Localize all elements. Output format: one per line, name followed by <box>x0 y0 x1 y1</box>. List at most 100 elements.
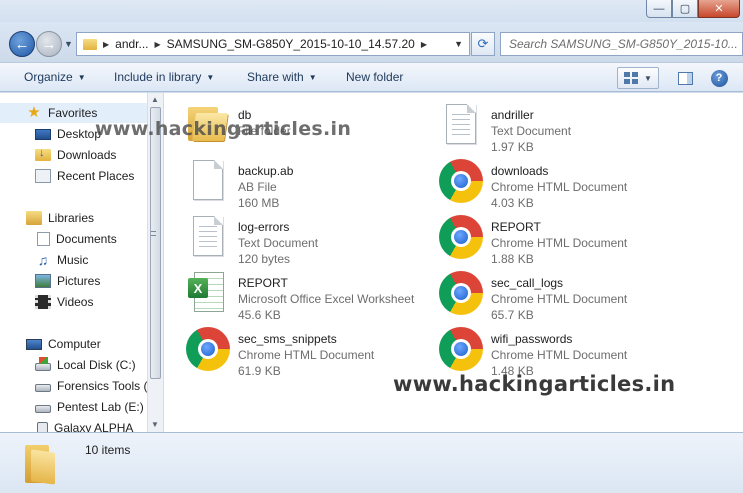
recent-pages-dropdown[interactable]: ▼ <box>64 39 73 49</box>
include-in-library-menu[interactable]: Include in library ▼ <box>114 70 214 84</box>
computer-icon <box>26 338 42 350</box>
sidebar-item-desktop[interactable]: Desktop <box>0 124 101 144</box>
scrollbar-thumb[interactable] <box>150 107 161 379</box>
sidebar-item-documents[interactable]: Documents <box>0 229 117 249</box>
documents-icon <box>37 232 50 246</box>
breadcrumb-chevron-icon[interactable]: ▶ <box>155 40 161 49</box>
title-bar: — ▢ ✕ <box>0 0 743 22</box>
chevron-down-icon[interactable]: ▼ <box>644 74 652 83</box>
sidebar-item-label: Music <box>57 253 89 267</box>
file-name: sec_call_logs <box>491 276 564 290</box>
file-name: log-errors <box>238 220 290 234</box>
sidebar-item-videos[interactable]: Videos <box>0 292 93 312</box>
back-arrow-icon: ← <box>14 35 30 53</box>
address-dropdown-icon[interactable]: ▼ <box>454 39 463 49</box>
file-size: 45.6 KB <box>238 308 281 322</box>
forward-arrow-icon: → <box>41 35 57 53</box>
file-name: downloads <box>491 164 549 178</box>
help-button[interactable]: ? <box>710 67 728 89</box>
recent-places-icon <box>35 169 51 183</box>
file-type: Chrome HTML Document <box>491 180 628 194</box>
file-name: andriller <box>491 108 534 122</box>
file-item-backup-ab[interactable]: backup.ab AB File 160 MB <box>184 157 434 210</box>
navigation-bar: ← → ▼ ▶ andr... ▶ SAMSUNG_SM-G850Y_2015-… <box>0 22 743 62</box>
sidebar-item-label: Downloads <box>57 148 117 162</box>
watermark-text: www.hackingarticles.in <box>95 118 352 140</box>
file-item-andriller[interactable]: andriller Text Document 1.97 KB <box>437 101 687 154</box>
file-size: 61.9 KB <box>238 364 281 378</box>
file-type: Chrome HTML Document <box>238 348 375 362</box>
drive-icon <box>35 383 51 392</box>
chrome-icon <box>437 213 485 261</box>
sidebar-item-label: Documents <box>56 232 117 246</box>
breadcrumb-item[interactable]: andr... <box>115 37 148 51</box>
sidebar-item-label: Pictures <box>57 274 101 288</box>
file-item-sec-sms-snippets[interactable]: sec_sms_snippets Chrome HTML Document 61… <box>184 325 434 378</box>
downloads-folder-icon <box>35 147 51 161</box>
item-count: 10 items <box>85 443 131 457</box>
share-with-menu[interactable]: Share with ▼ <box>247 70 317 84</box>
sidebar-item-pictures[interactable]: Pictures <box>0 271 100 291</box>
refresh-button[interactable]: ⟳ <box>471 32 495 56</box>
file-item-sec-call-logs[interactable]: sec_call_logs Chrome HTML Document 65.7 … <box>437 269 687 322</box>
change-view-button[interactable]: ▼ <box>617 67 659 89</box>
forward-button[interactable]: → <box>36 31 62 57</box>
file-type: Text Document <box>238 236 319 250</box>
file-item-wifi-passwords[interactable]: wifi_passwords Chrome HTML Document 1.48… <box>437 325 687 378</box>
close-button[interactable]: ✕ <box>698 0 740 18</box>
folder-icon <box>83 38 97 50</box>
file-type: AB File <box>238 180 277 194</box>
sidebar-item-forensics-tools[interactable]: Forensics Tools ( <box>0 376 147 396</box>
refresh-icon: ⟳ <box>477 36 489 51</box>
file-name: REPORT <box>491 220 541 234</box>
sidebar-item-libraries[interactable]: Libraries <box>0 208 94 228</box>
sidebar-item-label: Favorites <box>48 106 98 120</box>
drive-icon <box>35 404 51 413</box>
preview-pane-button[interactable] <box>676 67 694 89</box>
sidebar-item-pentest-lab[interactable]: Pentest Lab (E:) <box>0 397 144 417</box>
file-size: 4.03 KB <box>491 196 534 210</box>
include-in-library-label: Include in library <box>114 70 202 84</box>
search-input[interactable]: Search SAMSUNG_SM-G850Y_2015-10... <box>500 32 743 56</box>
minimize-button[interactable]: — <box>646 0 672 18</box>
file-item-report-excel[interactable]: X REPORT Microsoft Office Excel Workshee… <box>184 269 434 322</box>
file-item-downloads[interactable]: downloads Chrome HTML Document 4.03 KB <box>437 157 687 210</box>
sidebar-item-recent-places[interactable]: Recent Places <box>0 166 134 186</box>
organize-label: Organize <box>24 70 73 84</box>
file-type: Microsoft Office Excel Worksheet <box>238 292 415 306</box>
navigation-pane-scrollbar[interactable]: ▲ ▼ <box>147 93 163 432</box>
organize-menu[interactable]: Organize ▼ <box>24 70 86 84</box>
file-type: Text Document <box>491 124 572 138</box>
music-icon: ♫ <box>37 252 49 268</box>
command-bar: Organize ▼ Include in library ▼ Share with… <box>0 62 743 92</box>
sidebar-item-label: Libraries <box>48 211 95 225</box>
system-drive-icon <box>35 356 51 371</box>
breadcrumb-chevron-icon[interactable]: ▶ <box>421 40 427 49</box>
chrome-icon <box>437 157 485 205</box>
scroll-down-icon[interactable]: ▼ <box>151 420 159 429</box>
file-size: 160 MB <box>238 196 280 210</box>
file-item-log-errors[interactable]: log-errors Text Document 120 bytes <box>184 213 434 266</box>
new-folder-button[interactable]: New folder <box>346 70 403 84</box>
breadcrumb-item-current[interactable]: SAMSUNG_SM-G850Y_2015-10-10_14.57.20 <box>167 37 415 51</box>
file-item-report-html[interactable]: REPORT Chrome HTML Document 1.88 KB <box>437 213 687 266</box>
new-folder-label: New folder <box>346 70 404 84</box>
address-bar[interactable]: ▶ andr... ▶ SAMSUNG_SM-G850Y_2015-10-10_… <box>76 32 470 56</box>
desktop-icon <box>35 129 51 140</box>
sidebar-item-local-disk-c[interactable]: Local Disk (C:) <box>0 355 136 375</box>
back-button[interactable]: ← <box>9 31 35 57</box>
sidebar-item-galaxy-alpha[interactable]: Galaxy ALPHA <box>0 418 133 432</box>
file-type: Chrome HTML Document <box>491 236 628 250</box>
sidebar-item-label: Forensics Tools ( <box>57 379 147 393</box>
sidebar-item-computer[interactable]: Computer <box>0 334 101 354</box>
videos-icon <box>35 295 51 309</box>
file-name: wifi_passwords <box>491 332 573 346</box>
help-icon: ? <box>710 69 728 87</box>
scroll-up-icon[interactable]: ▲ <box>151 95 159 104</box>
views-icon <box>624 72 639 84</box>
sidebar-item-music[interactable]: ♫ Music <box>0 250 89 270</box>
maximize-button[interactable]: ▢ <box>672 0 698 18</box>
sidebar-item-downloads[interactable]: Downloads <box>0 145 116 165</box>
breadcrumb-chevron-icon[interactable]: ▶ <box>103 40 109 49</box>
preview-pane-icon <box>677 71 693 85</box>
